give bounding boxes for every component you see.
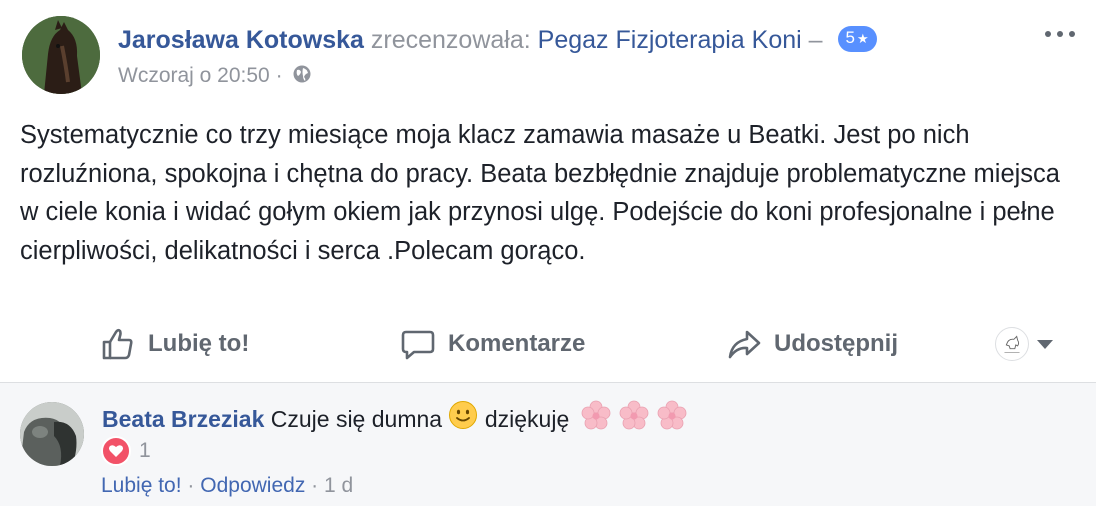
review-post: Jarosława Kotowska zrecenzowała: Pegaz F… bbox=[0, 0, 1096, 382]
commenter-photo bbox=[20, 402, 84, 466]
post-meta: Wczoraj o 20:50 · bbox=[118, 62, 312, 90]
review-text: Systematycznie co trzy miesiące moja kla… bbox=[20, 121, 1060, 265]
star-icon: ★ bbox=[856, 31, 869, 47]
comments-section: Beata Brzeziak Czuje się dumna dziękuję bbox=[0, 382, 1096, 506]
comment-button[interactable]: Komentarze bbox=[400, 324, 585, 364]
more-options-button[interactable] bbox=[1042, 22, 1078, 46]
dash-separator: – bbox=[808, 26, 823, 54]
reaction-count: 1 bbox=[139, 439, 151, 462]
like-label: Lubię to! bbox=[148, 330, 250, 357]
thumbs-up-icon bbox=[102, 328, 133, 360]
post-header: Jarosława Kotowska zrecenzowała: Pegaz F… bbox=[118, 24, 877, 56]
share-label: Udostępnij bbox=[774, 330, 898, 357]
heart-icon bbox=[101, 436, 131, 466]
commenter-avatar[interactable] bbox=[20, 402, 84, 466]
author-avatar[interactable] bbox=[22, 16, 100, 94]
comment-reply-link[interactable]: Odpowiedz bbox=[200, 474, 305, 497]
review-action-text: zrecenzowała: bbox=[370, 26, 531, 54]
share-arrow-icon bbox=[728, 330, 761, 359]
like-button[interactable]: Lubię to! bbox=[100, 324, 249, 364]
comment-like-link[interactable]: Lubię to! bbox=[101, 474, 182, 497]
rating-badge: 5 ★ bbox=[837, 26, 877, 53]
commenter-name[interactable]: Beata Brzeziak bbox=[102, 406, 264, 432]
rating-value: 5 bbox=[845, 28, 855, 48]
page-name-link[interactable]: Pegaz Fizjoterapia Koni bbox=[538, 26, 802, 54]
comment-text-start: Czuje się dumna bbox=[270, 406, 443, 433]
comment-age[interactable]: 1 d bbox=[324, 474, 353, 497]
page-logo-avatar bbox=[995, 327, 1029, 361]
meta-separator: · bbox=[275, 64, 283, 87]
comment-body: Beata Brzeziak Czuje się dumna dziękuję bbox=[102, 399, 688, 441]
comment-actions: Lubię to! · Odpowiedz · 1 d bbox=[101, 471, 353, 501]
comment-actions-separator: · bbox=[311, 474, 319, 497]
share-button[interactable]: Udostępnij bbox=[726, 324, 898, 364]
act-as-page-selector[interactable] bbox=[995, 324, 1053, 364]
cherry-blossom-icon bbox=[618, 399, 650, 439]
reaction-summary[interactable]: 1 bbox=[101, 436, 151, 466]
post-actions-bar: Lubię to! Komentarze Udostępnij bbox=[0, 318, 1096, 368]
author-name[interactable]: Jarosława Kotowska bbox=[118, 26, 364, 54]
comment-label: Komentarze bbox=[448, 330, 586, 357]
horse-photo bbox=[22, 16, 100, 94]
globe-icon[interactable] bbox=[292, 64, 312, 84]
cherry-blossom-icon bbox=[656, 399, 688, 439]
comment-bubble-icon bbox=[401, 330, 435, 360]
post-timestamp[interactable]: Wczoraj o 20:50 bbox=[118, 64, 270, 87]
slightly-smiling-face-icon bbox=[448, 400, 478, 438]
comment-text-end: dziękuję bbox=[484, 406, 570, 433]
cherry-blossom-icon bbox=[580, 399, 612, 439]
caret-down-icon bbox=[1037, 339, 1053, 349]
comment-actions-separator: · bbox=[187, 474, 195, 497]
